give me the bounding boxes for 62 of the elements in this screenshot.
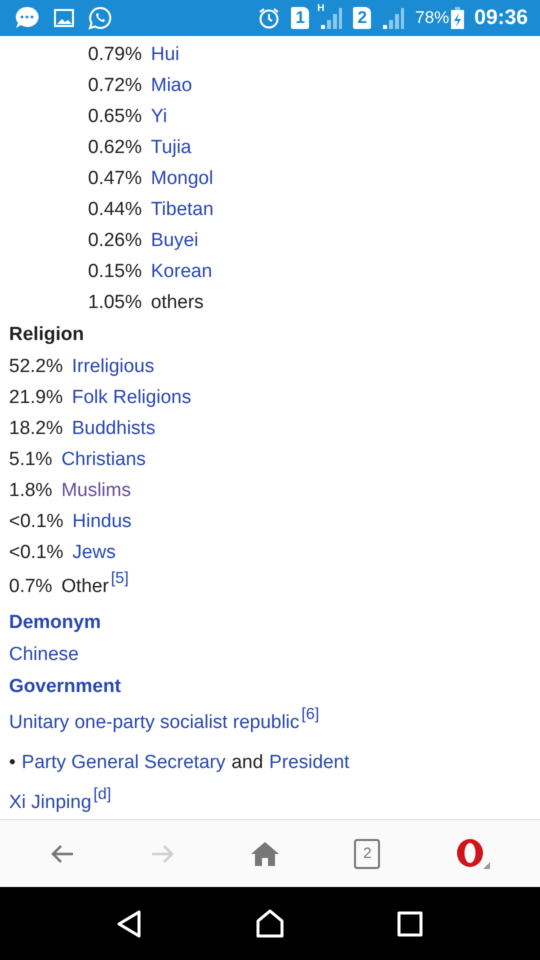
chat-icon bbox=[88, 6, 112, 30]
reference-link[interactable]: [d] bbox=[93, 786, 112, 803]
percentage: 0.47% bbox=[88, 167, 142, 191]
percentage: 1.8% bbox=[9, 479, 52, 503]
section-heading-link[interactable]: Demonym bbox=[9, 606, 101, 639]
religion-link[interactable]: Muslims bbox=[61, 480, 131, 501]
image-icon bbox=[54, 9, 74, 27]
ethnic-group-link[interactable]: Mongol bbox=[150, 163, 214, 194]
body-text: and bbox=[231, 752, 264, 773]
religion-link[interactable]: Irreligious bbox=[72, 356, 154, 377]
religion-link[interactable]: Buddhists bbox=[72, 418, 156, 439]
reference-link[interactable]: [5] bbox=[110, 570, 129, 587]
body-text: • bbox=[9, 752, 16, 773]
message-icon bbox=[14, 5, 40, 31]
battery-level: 78% bbox=[415, 8, 450, 28]
clock: 09:36 bbox=[474, 6, 528, 30]
ethnic-group-label: others bbox=[150, 291, 204, 315]
percentage: 0.26% bbox=[88, 229, 142, 253]
percentage: 0.65% bbox=[88, 105, 142, 129]
percentage: 52.2% bbox=[9, 355, 63, 379]
percentage: 0.72% bbox=[88, 74, 142, 98]
reference-link[interactable]: [6] bbox=[301, 706, 320, 723]
percentage: 0.7% bbox=[9, 575, 52, 599]
religion-link[interactable]: Hindus bbox=[72, 511, 132, 532]
opera-logo-icon bbox=[454, 838, 491, 870]
religion-label: Other bbox=[61, 576, 109, 597]
percentage: 0.44% bbox=[88, 198, 142, 222]
section-heading-link[interactable]: Government bbox=[9, 670, 121, 703]
percentage: 1.05% bbox=[88, 291, 142, 315]
ethnic-group-link[interactable]: Miao bbox=[150, 70, 192, 101]
ethnic-group-link[interactable]: Buyei bbox=[150, 225, 198, 256]
percentage: 21.9% bbox=[9, 386, 63, 410]
battery-icon bbox=[451, 7, 464, 29]
sim-icon: 2 bbox=[353, 7, 372, 29]
ethnic-group-link[interactable]: Hui bbox=[150, 39, 180, 70]
wiki-link[interactable]: Xi Jinping bbox=[9, 792, 92, 813]
home-icon bbox=[255, 908, 285, 938]
ethnic-group-link[interactable]: Tujia bbox=[150, 132, 192, 163]
alarm-icon bbox=[257, 6, 282, 30]
ethnic-group-link[interactable]: Tibetan bbox=[150, 194, 214, 225]
ethnic-group-link[interactable]: Korean bbox=[150, 256, 212, 287]
religion-link[interactable]: Jews bbox=[72, 542, 116, 563]
wiki-link[interactable]: Party General Secretary bbox=[22, 752, 226, 773]
percentage: 0.62% bbox=[88, 136, 142, 160]
percentage: <0.1% bbox=[9, 510, 64, 534]
wiki-link[interactable]: Chinese bbox=[9, 639, 79, 670]
network-type: H bbox=[317, 3, 324, 14]
percentage: 5.1% bbox=[9, 448, 52, 472]
home-icon bbox=[250, 840, 280, 866]
percentage: 0.79% bbox=[88, 43, 142, 67]
religion-link[interactable]: Folk Religions bbox=[72, 387, 192, 408]
section-heading: Religion bbox=[9, 323, 84, 347]
wiki-link[interactable]: Unitary one-party socialist republic bbox=[9, 712, 300, 733]
percentage: 18.2% bbox=[9, 417, 63, 441]
signal-icon bbox=[381, 7, 406, 29]
sim-icon: 1 bbox=[291, 7, 310, 29]
ethnic-group-link[interactable]: Yi bbox=[150, 101, 168, 132]
recents-icon bbox=[395, 908, 425, 938]
wiki-link[interactable]: President bbox=[269, 752, 350, 773]
percentage: 0.15% bbox=[88, 260, 142, 284]
religion-link[interactable]: Christians bbox=[61, 449, 146, 470]
percentage: <0.1% bbox=[9, 541, 64, 565]
